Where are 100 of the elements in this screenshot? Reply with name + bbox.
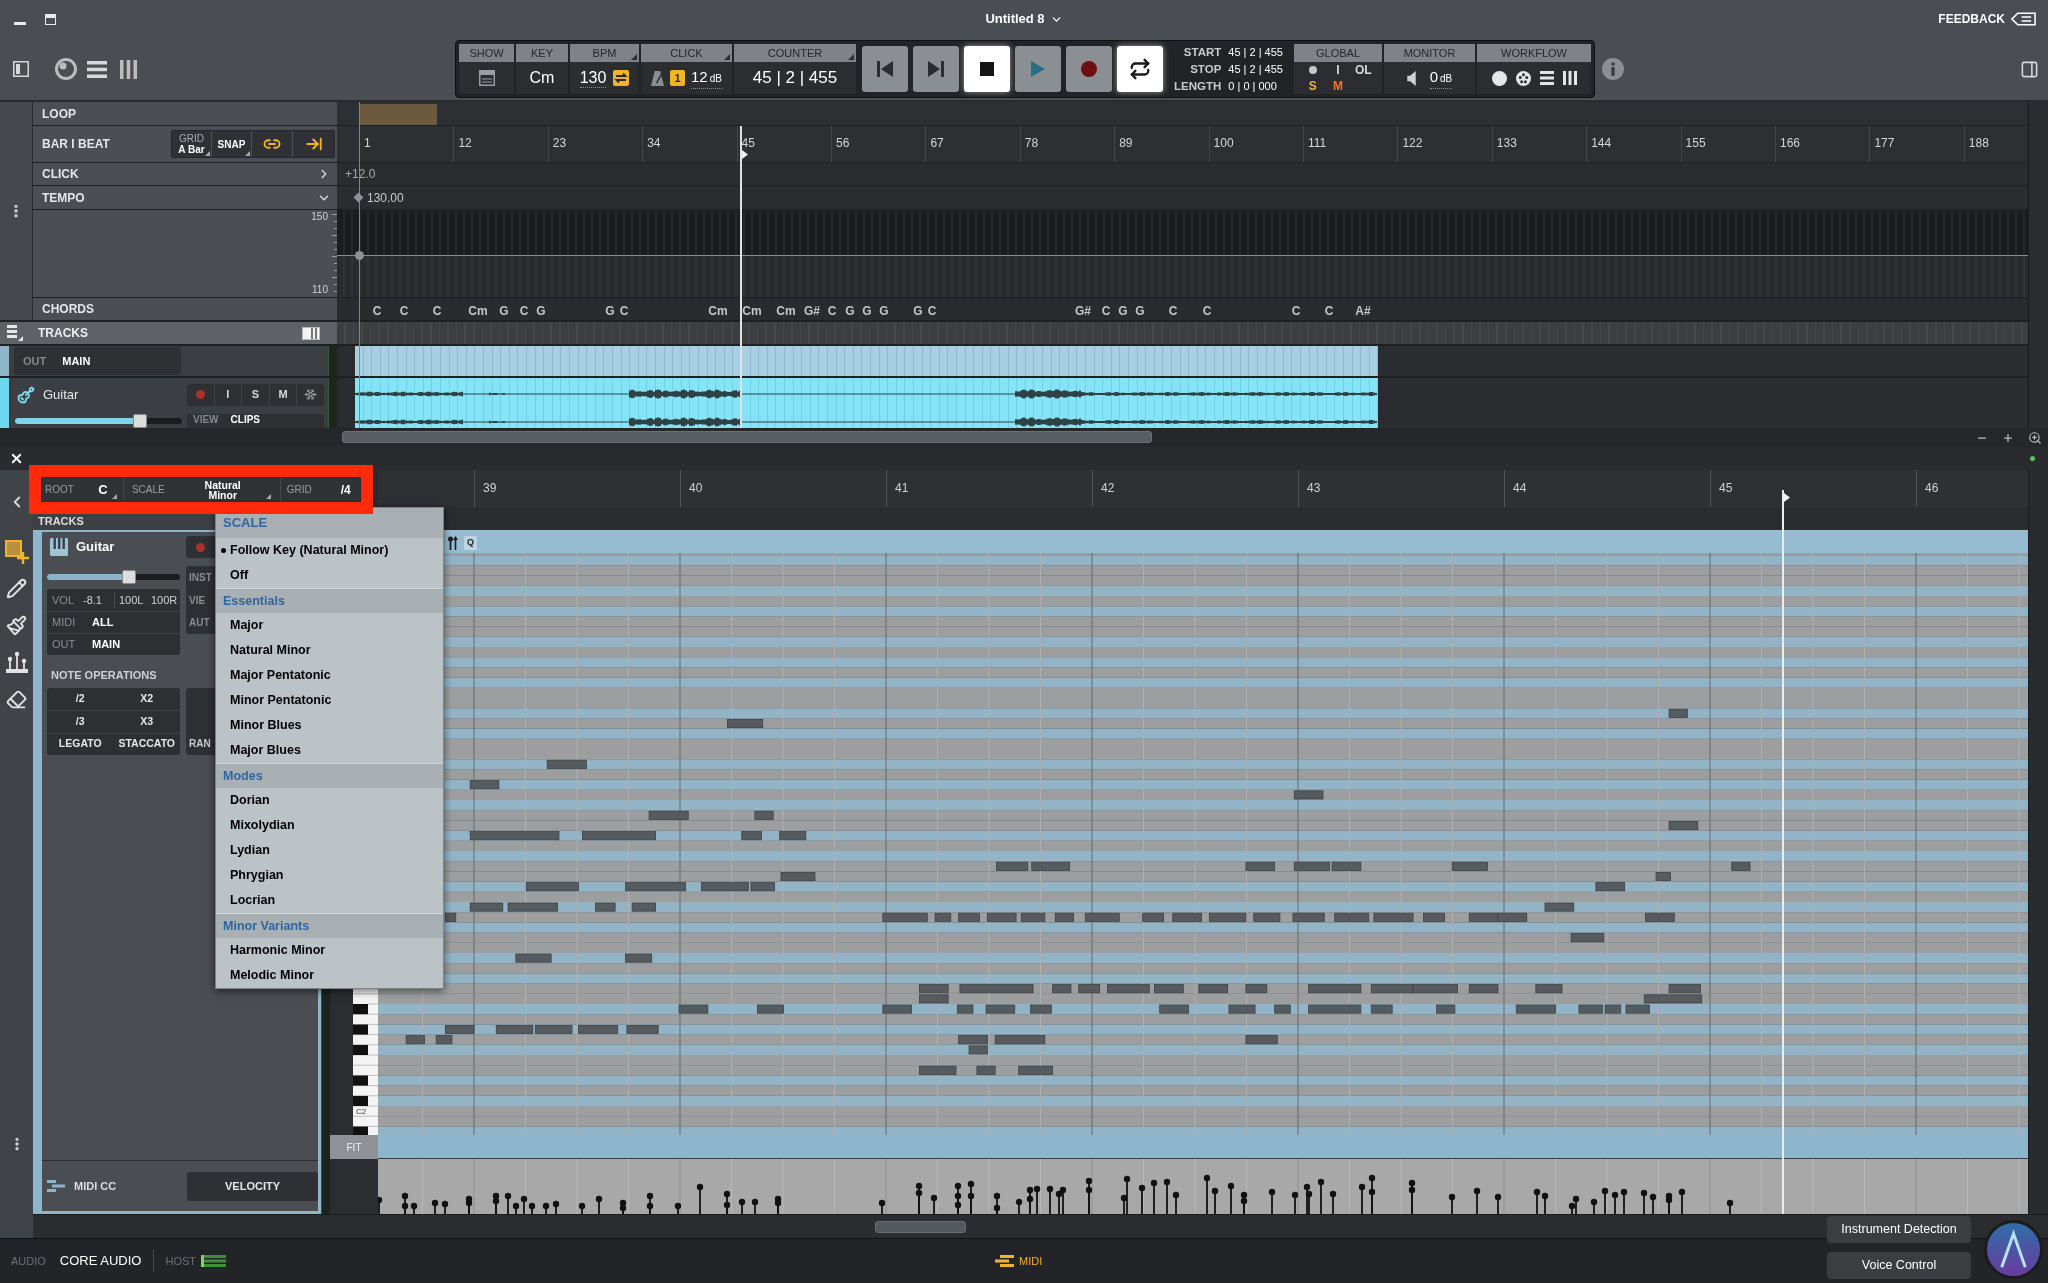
menu-item[interactable]: Phrygian — [216, 863, 443, 888]
slider-handle[interactable] — [133, 414, 148, 428]
chord-name[interactable]: G — [536, 302, 546, 320]
action-button[interactable]: Voice Control — [1827, 1252, 1971, 1279]
track-name[interactable]: Guitar — [43, 384, 79, 405]
piano-keyboard[interactable] — [353, 989, 378, 1135]
bar-ruler[interactable]: 39 40 41 42 43 44 45 46 — [378, 470, 2028, 507]
chord-name[interactable]: C — [619, 302, 629, 320]
note-operation-button[interactable]: LEGATO — [47, 732, 114, 755]
menu-item[interactable]: Dorian — [216, 788, 443, 813]
circle-icon[interactable] — [1491, 70, 1507, 86]
vertical-scrollbar[interactable] — [2028, 100, 2048, 428]
chord-name[interactable]: C — [1291, 302, 1301, 320]
horizontal-scrollbar[interactable] — [33, 1214, 2048, 1238]
slider-handle[interactable] — [122, 570, 137, 584]
maximize-icon[interactable] — [45, 13, 56, 25]
pencil-icon[interactable] — [6, 578, 27, 599]
chord-name[interactable]: Cm — [708, 302, 728, 320]
note-operation-button[interactable]: /2 — [47, 688, 114, 711]
menu-item[interactable]: Follow Key (Natural Minor) — [216, 538, 443, 563]
loop-button[interactable] — [1117, 46, 1163, 92]
tempo-point-icon[interactable] — [355, 251, 364, 260]
vertical-scrollbar[interactable] — [2028, 470, 2048, 1214]
brush-icon[interactable] — [6, 615, 27, 636]
forward-button[interactable] — [913, 46, 959, 92]
reel-icon[interactable] — [1515, 70, 1531, 86]
root-dropdown[interactable]: C — [87, 478, 118, 501]
chord-name[interactable]: G# — [804, 302, 820, 320]
track-toggle-button[interactable]: M — [269, 383, 298, 406]
chord-name[interactable]: C — [827, 302, 837, 320]
midi-notes[interactable] — [405, 708, 1751, 1075]
menu-item[interactable]: Melodic Minor — [216, 963, 443, 988]
position-value[interactable]: 45 | 2 | 455 — [1228, 60, 1283, 78]
note-operation-button[interactable]: X2 — [113, 688, 180, 711]
feedback-button[interactable]: FEEDBACK — [1938, 10, 2036, 28]
grid-dropdown[interactable]: GRID A Bar — [172, 131, 212, 157]
chevron-logo-icon[interactable] — [1984, 1220, 2043, 1279]
menu-item[interactable]: Minor Blues — [216, 713, 443, 738]
menu-item[interactable]: Major Pentatonic — [216, 663, 443, 688]
track-toggle-button[interactable]: I — [214, 383, 243, 406]
mix-value[interactable]: ALL — [92, 614, 114, 631]
menu-item[interactable]: Mixolydian — [216, 813, 443, 838]
chord-name[interactable]: G — [1135, 302, 1145, 320]
output-value[interactable]: MAIN — [62, 352, 91, 370]
track-toggle-button[interactable]: S — [242, 383, 270, 406]
chord-name[interactable]: C — [1168, 302, 1178, 320]
metronome-icon[interactable] — [651, 70, 665, 86]
project-title[interactable]: Untitled 8 — [985, 9, 1063, 29]
global-toggle[interactable]: OL — [1355, 63, 1372, 77]
chord-name[interactable]: G — [1118, 302, 1128, 320]
chord-name[interactable]: C — [432, 302, 442, 320]
mix-value[interactable]: -8.1 — [83, 591, 114, 609]
panel-toggle-icon[interactable] — [302, 326, 320, 340]
note-operation-button[interactable]: /3 — [47, 710, 114, 733]
stems-icon[interactable] — [5, 651, 28, 673]
chord-name[interactable]: Cm — [776, 302, 796, 320]
chord-name[interactable]: Cm — [742, 302, 762, 320]
record-button[interactable] — [1066, 46, 1112, 92]
chord-name[interactable]: G — [913, 302, 923, 320]
quantize-button[interactable]: Q — [464, 536, 477, 550]
chord-name[interactable]: C — [1101, 302, 1111, 320]
mix-value[interactable]: 100R — [151, 591, 178, 609]
chord-name[interactable]: G — [862, 302, 872, 320]
chord-name[interactable]: C — [1324, 302, 1334, 320]
selection-add-icon[interactable] — [4, 540, 29, 564]
note-operation-button[interactable]: STACCATO — [113, 732, 180, 755]
stop-button[interactable] — [964, 46, 1010, 92]
chord-name[interactable]: Cm — [468, 302, 488, 320]
click-count-badge[interactable]: 1 — [670, 70, 686, 86]
audio-clip[interactable] — [355, 378, 1378, 428]
global-toggle[interactable]: M — [1333, 79, 1343, 93]
menu-item[interactable]: Harmonic Minor — [216, 938, 443, 963]
horizontal-scrollbar[interactable] — [0, 428, 2048, 447]
minimize-icon[interactable] — [14, 21, 26, 25]
menu-item[interactable]: Major Blues — [216, 738, 443, 763]
columns-icon[interactable] — [1562, 71, 1577, 85]
list-icon[interactable] — [1539, 71, 1554, 85]
action-button[interactable]: Instrument Detection — [1827, 1216, 1971, 1243]
menu-item[interactable]: Locrian — [216, 888, 443, 913]
scrollbar-thumb[interactable] — [342, 431, 1152, 443]
menu-item[interactable]: Major — [216, 613, 443, 638]
view-value[interactable]: CLIPS — [230, 414, 260, 426]
menu-item[interactable]: Natural Minor — [216, 638, 443, 663]
close-icon[interactable] — [9, 451, 24, 466]
speaker-icon[interactable] — [1406, 70, 1416, 86]
note-operation-button[interactable]: X3 — [113, 710, 180, 733]
info-icon[interactable] — [1602, 58, 1624, 80]
menu-item[interactable]: Minor Pentatonic — [216, 688, 443, 713]
audio-device-button[interactable]: CORE AUDIO — [59, 1251, 142, 1271]
chord-name[interactable]: C — [372, 302, 382, 320]
chord-name[interactable]: G# — [1075, 302, 1091, 320]
zoom-in-icon[interactable] — [2002, 431, 2014, 444]
chord-name[interactable]: C — [519, 302, 529, 320]
mix-value[interactable]: 100L — [114, 591, 151, 609]
chord-name[interactable]: C — [1202, 302, 1212, 320]
chord-name[interactable]: C — [399, 302, 409, 320]
audio-clip[interactable] — [355, 346, 1378, 376]
swap-arrows-icon[interactable] — [613, 70, 630, 86]
scrollbar-thumb[interactable] — [875, 1221, 966, 1233]
position-value[interactable]: 45 | 2 | 455 — [1228, 43, 1283, 61]
